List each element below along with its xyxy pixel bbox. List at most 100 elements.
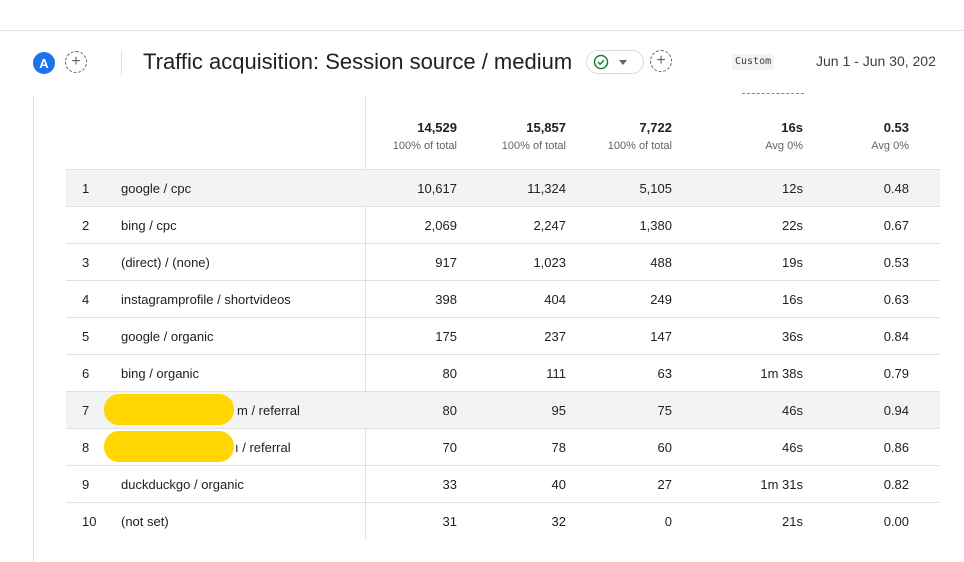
row-source[interactable]: ı / referral [235,440,291,455]
row-value: 40 [551,477,566,492]
row-value: 0.94 [883,403,909,418]
row-value: 147 [650,329,672,344]
date-chip: Custom [732,54,775,70]
total-cell: 14,529 100% of total [377,120,457,152]
total-sub: 100% of total [392,140,457,152]
sort-dash-marker [742,93,804,94]
total-cell: 0.53 Avg 0% [829,120,909,152]
table-row[interactable]: 8 ı / referral 70 78 60 46s 0.86 [66,428,940,465]
total-sub: Avg 0% [871,140,909,152]
comparison-avatar[interactable]: A [33,52,55,74]
row-value: 60 [657,440,672,455]
table-row[interactable]: 1 google / cpc 10,617 11,324 5,105 12s 0… [66,169,940,206]
row-value: 488 [650,255,672,270]
row-value: 46s [782,403,803,418]
row-value: 1,380 [639,218,672,233]
row-source[interactable]: bing / organic [121,366,199,381]
row-value: 63 [657,366,672,381]
table-row[interactable]: 10 (not set) 31 32 0 21s 0.00 [66,502,940,539]
row-value: 78 [551,440,566,455]
report-table: 14,529 100% of total 15,857 100% of tota… [66,95,940,539]
redaction-mark [104,431,234,462]
row-rank: 4 [82,292,90,307]
table-row[interactable]: 7 m / referral 80 95 75 46s 0.94 [66,391,940,428]
row-rank: 5 [82,329,90,344]
row-value: 175 [435,329,457,344]
date-range-picker[interactable]: Jun 1 - Jun 30, 202 [816,53,936,69]
row-value: 0.48 [883,181,909,196]
row-value: 16s [782,292,803,307]
row-value: 31 [442,514,457,529]
row-value: 1,023 [533,255,566,270]
total-value: 0.53 [883,120,909,135]
total-sub: 100% of total [607,140,672,152]
table-row[interactable]: 3 (direct) / (none) 917 1,023 488 19s 0.… [66,243,940,280]
row-value: 0 [664,514,672,529]
row-value: 0.67 [883,218,909,233]
row-source[interactable]: instagramprofile / shortvideos [121,292,291,307]
row-rank: 7 [82,403,90,418]
chevron-down-icon [619,59,627,65]
row-source[interactable]: duckduckgo / organic [121,477,244,492]
row-rank: 3 [82,255,90,270]
page-title: Traffic acquisition: Session source / me… [143,49,573,74]
total-cell: 15,857 100% of total [486,120,566,152]
row-source[interactable]: google / organic [121,329,214,344]
top-blank-area [0,0,964,30]
total-value: 15,857 [526,120,566,135]
row-value: 22s [782,218,803,233]
row-value: 237 [544,329,566,344]
total-sub: 100% of total [501,140,566,152]
row-source[interactable]: bing / cpc [121,218,177,233]
total-value: 14,529 [417,120,457,135]
row-value: 249 [650,292,672,307]
report-status-dropdown[interactable] [586,50,644,74]
row-value: 19s [782,255,803,270]
row-value: 27 [657,477,672,492]
row-value: 0.84 [883,329,909,344]
row-value: 33 [442,477,457,492]
row-value: 404 [544,292,566,307]
check-circle-icon [593,54,609,70]
row-value: 80 [442,366,457,381]
table-row[interactable]: 9 duckduckgo / organic 33 40 27 1m 31s 0… [66,465,940,502]
header-divider [121,51,122,75]
totals-row: 14,529 100% of total 15,857 100% of tota… [66,95,940,169]
row-value: 12s [782,181,803,196]
row-value: 2,247 [533,218,566,233]
row-value: 95 [551,403,566,418]
total-value: 16s [781,120,803,135]
total-cell: 16s Avg 0% [723,120,803,152]
row-value: 0.63 [883,292,909,307]
row-value: 1m 38s [760,366,803,381]
total-cell: 7,722 100% of total [592,120,672,152]
table-row[interactable]: 6 bing / organic 80 111 63 1m 38s 0.79 [66,354,940,391]
row-source[interactable]: m / referral [237,403,300,418]
row-value: 11,324 [527,181,566,196]
total-value: 7,722 [639,120,672,135]
row-value: 70 [442,440,457,455]
row-value: 111 [546,366,566,381]
row-source[interactable]: (direct) / (none) [121,255,210,270]
row-value: 0.82 [883,477,909,492]
row-rank: 10 [82,514,97,529]
row-source[interactable]: (not set) [121,514,169,529]
table-row[interactable]: 4 instagramprofile / shortvideos 398 404… [66,280,940,317]
row-value: 21s [782,514,803,529]
row-rank: 9 [82,477,90,492]
row-rank: 6 [82,366,90,381]
row-value: 0.79 [883,366,909,381]
row-source[interactable]: google / cpc [121,181,191,196]
table-row[interactable]: 2 bing / cpc 2,069 2,247 1,380 22s 0.67 [66,206,940,243]
add-filter-button[interactable]: + [650,50,672,72]
row-rank: 1 [82,181,90,196]
row-value: 917 [435,255,457,270]
table-row[interactable]: 5 google / organic 175 237 147 36s 0.84 [66,317,940,354]
row-value: 32 [551,514,566,529]
row-value: 75 [657,403,672,418]
row-value: 10,617 [417,181,457,196]
add-comparison-button[interactable]: + [65,51,87,73]
row-value: 36s [782,329,803,344]
row-value: 5,105 [639,181,672,196]
row-value: 0.00 [883,514,909,529]
